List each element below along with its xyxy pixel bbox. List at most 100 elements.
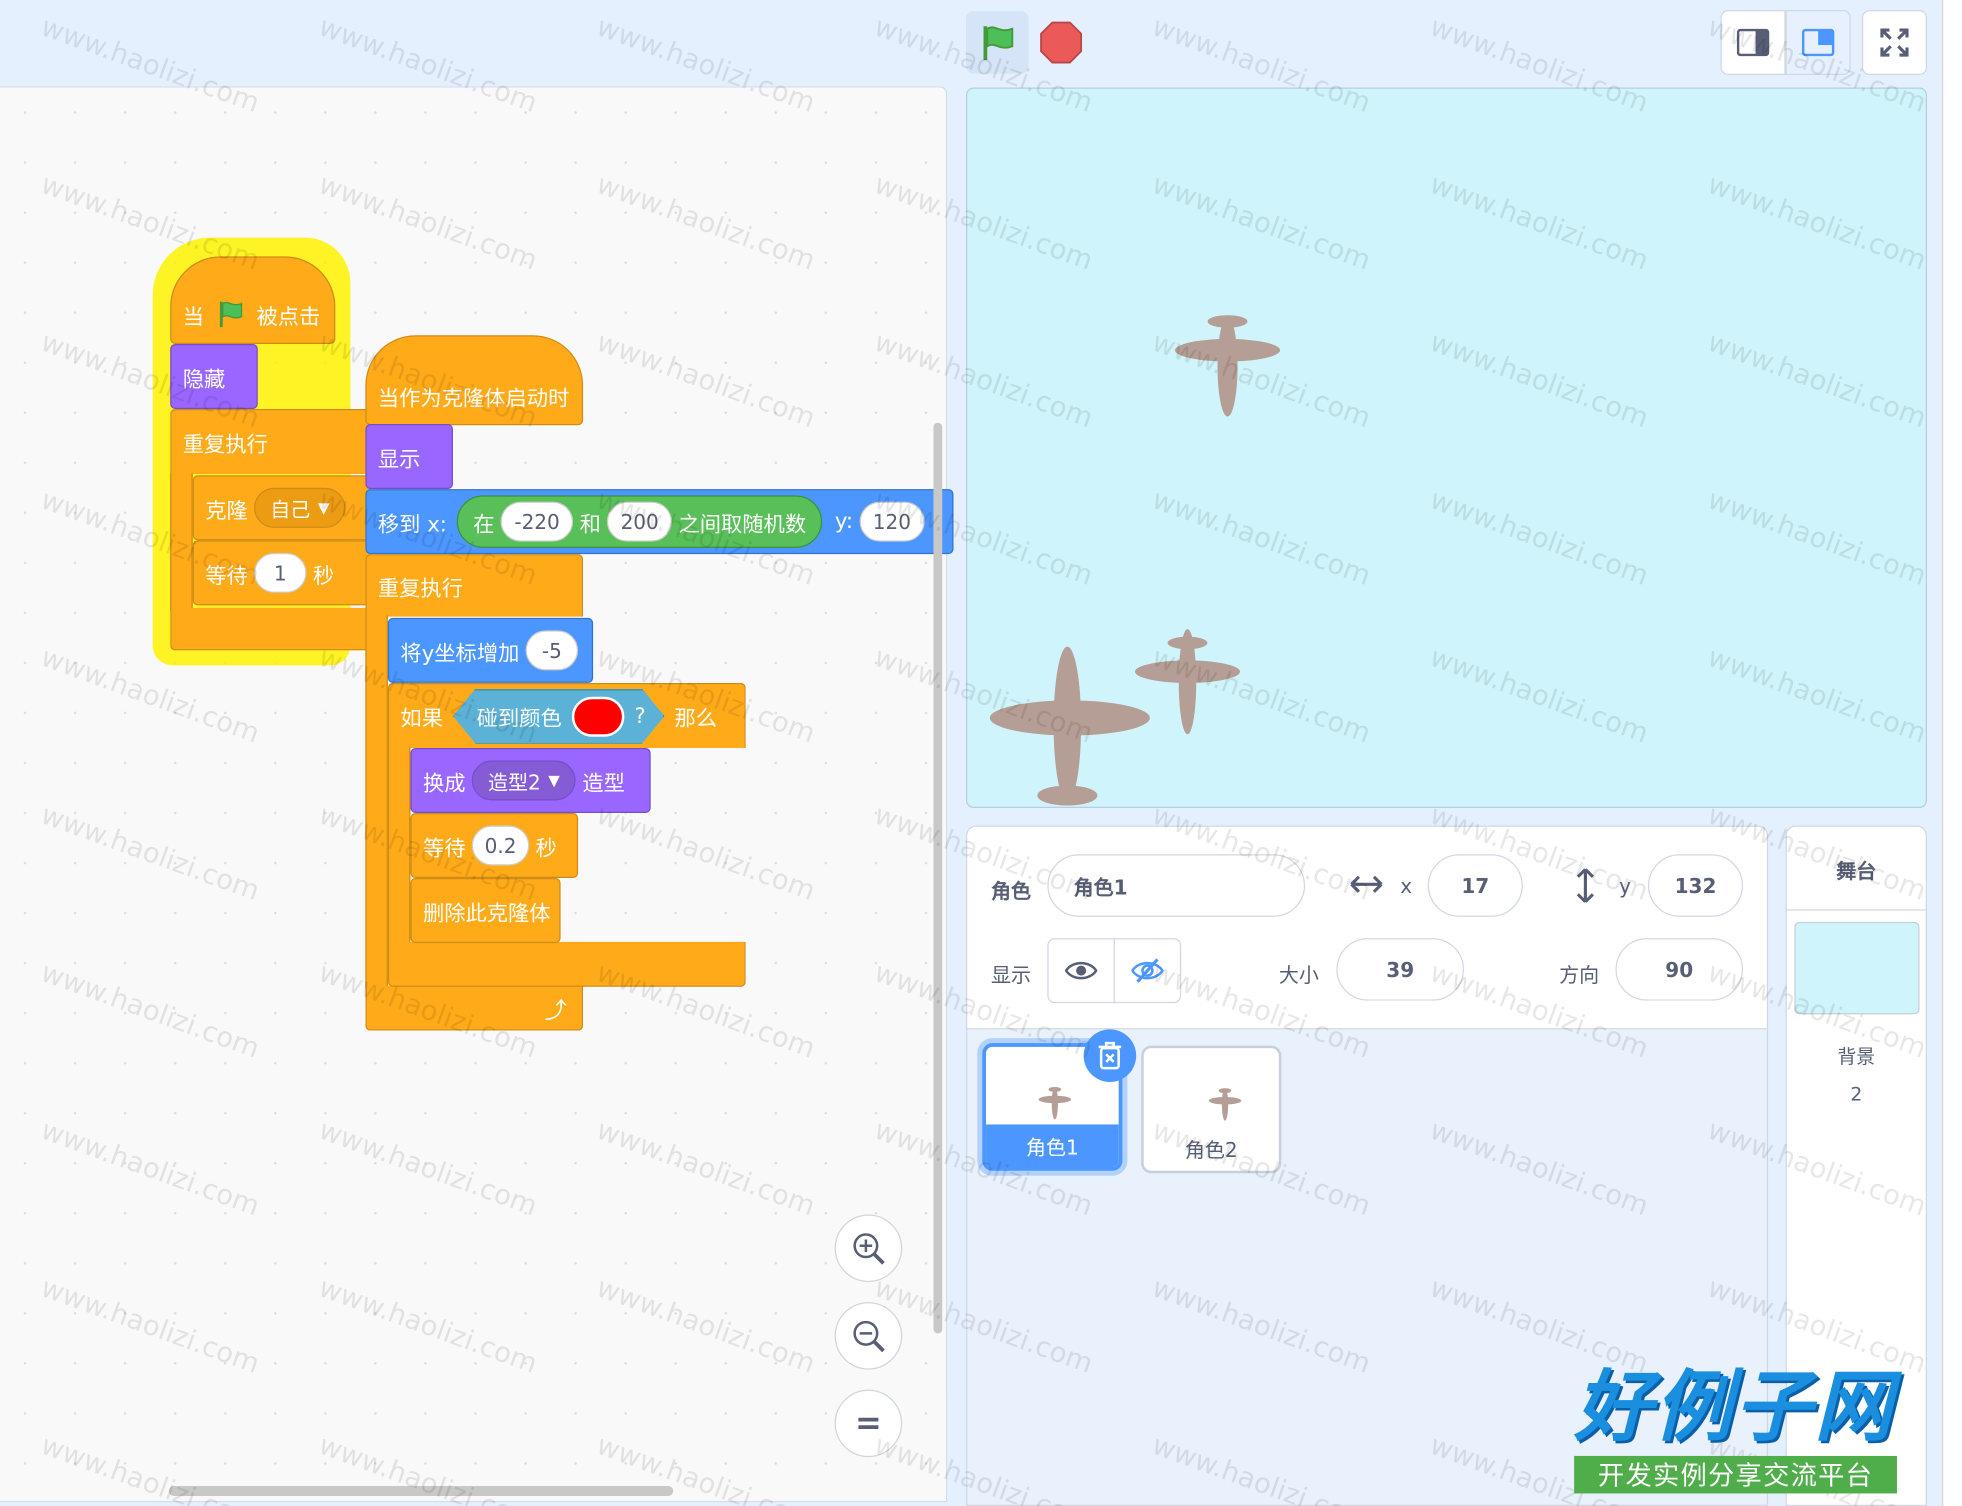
- brand-watermark: 好例子网 开发实例分享交流平台: [1574, 1360, 1897, 1494]
- airplane-icon: [1174, 315, 1281, 417]
- costume-value: 造型2: [488, 770, 541, 795]
- forever-foot-2: ⤴: [365, 985, 584, 1031]
- when-flag-clicked-block[interactable]: 当 被点击: [170, 256, 336, 344]
- forever-block-2[interactable]: 重复执行: [365, 554, 584, 617]
- stop-button[interactable]: [1039, 20, 1084, 65]
- if-then-block[interactable]: 如果 碰到颜色 ? 那么: [387, 682, 746, 748]
- sprite-name-field[interactable]: 角色1: [1047, 854, 1306, 917]
- hat-suffix-label: 被点击: [256, 304, 321, 330]
- forever-label-2: 重复执行: [377, 576, 463, 602]
- wait-seconds-input[interactable]: 1: [254, 552, 307, 593]
- eye-icon: [1064, 961, 1098, 980]
- zoom-in-icon: [853, 1233, 885, 1265]
- green-flag-button[interactable]: [966, 11, 1029, 74]
- change-y-block[interactable]: 将y坐标增加 -5: [387, 617, 594, 683]
- direction-field[interactable]: 90: [1615, 938, 1744, 1001]
- random-to-input[interactable]: 200: [607, 501, 673, 542]
- sprite-card-2[interactable]: 角色2: [1141, 1045, 1282, 1174]
- question-mark: ?: [634, 703, 646, 729]
- size-field[interactable]: 39: [1336, 938, 1465, 1001]
- hide-label: 隐藏: [182, 367, 226, 393]
- x-field[interactable]: 17: [1427, 854, 1523, 917]
- change-y-label: 将y坐标增加: [400, 641, 520, 667]
- size-label: 大小: [1278, 963, 1319, 987]
- goto-label: 移到 x:: [377, 512, 447, 538]
- delete-clone-block[interactable]: 删除此克隆体: [410, 878, 561, 944]
- when-start-as-clone-block[interactable]: 当作为克隆体启动时: [365, 335, 584, 426]
- brand-subtitle: 开发实例分享交流平台: [1574, 1455, 1897, 1494]
- hat-prefix-label: 当: [182, 304, 204, 330]
- create-clone-block[interactable]: 克隆 自己 ▼: [192, 475, 371, 541]
- zoom-reset-button[interactable]: [834, 1389, 903, 1458]
- clone-label: 克隆: [205, 498, 248, 524]
- sprite-name-value: 角色1: [1073, 875, 1128, 900]
- sprite-card-label: 角色2: [1184, 1138, 1238, 1162]
- forever-arm: [170, 472, 193, 611]
- window-scrollbar[interactable]: [1942, 0, 1962, 1506]
- show-hidden-button[interactable]: [1113, 938, 1182, 1004]
- if-foot: [387, 941, 746, 987]
- zoom-reset-icon: [858, 1417, 879, 1430]
- change-y-input[interactable]: -5: [525, 630, 579, 671]
- costume-dropdown[interactable]: 造型2 ▼: [471, 760, 577, 801]
- show-block[interactable]: 显示: [365, 424, 453, 490]
- clone-target-dropdown[interactable]: 自己 ▼: [254, 487, 346, 528]
- x-value: 17: [1461, 873, 1490, 898]
- touching-color-block[interactable]: 碰到颜色 ?: [453, 689, 665, 744]
- switch-label: 换成: [422, 771, 466, 797]
- clone-target-value: 自己: [270, 497, 311, 522]
- eye-off-icon: [1131, 958, 1164, 983]
- y-label: y:: [834, 509, 854, 535]
- backdrop-label: 背景: [1837, 1045, 1876, 1069]
- delete-clone-label: 删除此克隆体: [422, 901, 551, 927]
- y-field[interactable]: 132: [1647, 854, 1744, 917]
- random-from-input[interactable]: -220: [500, 501, 574, 542]
- zoom-out-icon: [853, 1320, 885, 1353]
- switch-costume-block[interactable]: 换成 造型2 ▼ 造型: [410, 747, 651, 814]
- delete-sprite-button[interactable]: [1083, 1029, 1137, 1082]
- show-visible-button[interactable]: [1047, 938, 1115, 1004]
- vertical-scrollbar[interactable]: [933, 422, 943, 1334]
- sprite-card-label: 角色1: [986, 1124, 1119, 1167]
- costume-suffix-label: 造型: [582, 771, 625, 797]
- divider: [1786, 909, 1926, 911]
- green-flag-icon: [983, 26, 1014, 61]
- direction-label: 方向: [1559, 963, 1600, 987]
- horizontal-scrollbar[interactable]: [168, 1485, 674, 1496]
- if-label: 如果: [400, 706, 443, 732]
- y-label: y: [1619, 874, 1632, 899]
- airplane-icon: [1134, 629, 1241, 735]
- wait-seconds-input-2[interactable]: 0.2: [471, 825, 530, 866]
- chevron-down-icon: ▼: [548, 771, 560, 790]
- show-label: 显示: [991, 963, 1032, 987]
- y-value: 132: [1674, 873, 1717, 898]
- hide-block[interactable]: 隐藏: [170, 343, 258, 410]
- wait-block-2[interactable]: 等待 0.2 秒: [410, 813, 579, 879]
- green-flag-icon: [219, 301, 243, 328]
- color-swatch[interactable]: [572, 696, 625, 736]
- zoom-out-button[interactable]: [834, 1302, 903, 1370]
- small-stage-button[interactable]: [1720, 10, 1786, 76]
- chevron-down-icon: ▼: [317, 499, 330, 517]
- brand-title: 好例子网: [1574, 1360, 1895, 1453]
- normal-stage-button[interactable]: [1785, 10, 1851, 76]
- airplane-icon: [1208, 1088, 1242, 1121]
- x-arrows-icon: [1350, 875, 1383, 893]
- stage-panel-title: 舞台: [1836, 859, 1877, 884]
- wait-label-2: 等待: [422, 836, 466, 862]
- y-input[interactable]: 120: [859, 501, 925, 542]
- forever-block[interactable]: 重复执行: [170, 409, 371, 475]
- pick-random-block[interactable]: 在 -220 和 200 之间取随机数: [456, 495, 823, 548]
- airplane-icon: [989, 646, 1150, 806]
- wait-label: 等待: [205, 563, 248, 589]
- wait-block[interactable]: 等待 1 秒: [192, 540, 371, 606]
- fullscreen-button[interactable]: [1861, 10, 1928, 76]
- if-arm: [387, 746, 411, 945]
- zoom-in-button[interactable]: [834, 1214, 903, 1283]
- sprite-label: 角色: [991, 879, 1032, 904]
- stage-canvas[interactable]: [966, 87, 1928, 809]
- backdrop-thumbnail[interactable]: [1794, 921, 1920, 1015]
- stage-sprites: [989, 315, 1281, 806]
- backdrop-count: 2: [1850, 1083, 1863, 1106]
- go-to-xy-block[interactable]: 移到 x: 在 -220 和 200 之间取随机数 y: 120: [365, 489, 954, 555]
